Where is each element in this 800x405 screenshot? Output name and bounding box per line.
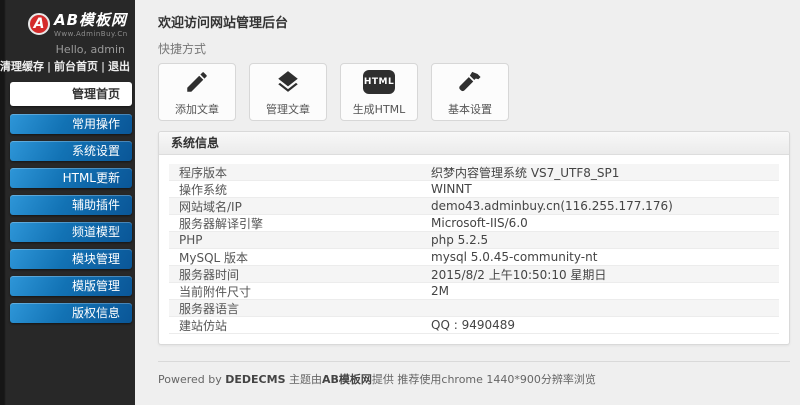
- main-content: 欢迎访问网站管理后台 快捷方式 添加文章 管理文章 HTML 生成HTML: [135, 0, 800, 405]
- footer-text: Powered by DEDECMS 主题由AB模板网提供 推荐使用chrome…: [158, 362, 790, 387]
- system-info-table: 程序版本织梦内容管理系统 VS7_UTF8_SP1 操作系统WINNT 网站域名…: [159, 155, 789, 344]
- layers-icon: [275, 67, 301, 97]
- info-row-domain-ip: 网站域名/IPdemo43.adminbuy.cn(116.255.177.17…: [169, 198, 779, 215]
- menu-item-template-manage[interactable]: 模版管理: [10, 276, 132, 296]
- info-row-server-time: 服务器时间2015/8/2 上午10:50:10 星期日: [169, 266, 779, 283]
- row-label: 服务器语言: [169, 300, 431, 317]
- info-row-mysql: MySQL 版本mysql 5.0.45-community-nt: [169, 249, 779, 266]
- quick-links: 清理缓存|前台首页|退出: [0, 56, 135, 80]
- menu-item-admin-home[interactable]: 管理首页: [10, 82, 132, 106]
- footer-suffix: 提供 推荐使用chrome 1440*900分辨率浏览: [372, 373, 596, 386]
- logo-text: AB模板网 Www.AdminBuy.Cn: [54, 9, 128, 38]
- greeting-text: Hello, admin: [0, 40, 135, 56]
- info-row-server-engine: 服务器解译引擎Microsoft-IIS/6.0: [169, 215, 779, 232]
- shortcut-basic-settings[interactable]: 基本设置: [431, 63, 509, 121]
- logo-badge-icon: A: [28, 13, 50, 35]
- info-row-site-building: 建站仿站QQ : 9490489: [169, 317, 779, 334]
- shortcut-label: 添加文章: [175, 101, 219, 117]
- logo-title: AB模板网: [54, 11, 127, 29]
- info-row-os: 操作系统WINNT: [169, 181, 779, 198]
- link-logout[interactable]: 退出: [108, 60, 130, 73]
- logo-subtitle: Www.AdminBuy.Cn: [54, 30, 128, 38]
- hammer-icon: [457, 67, 483, 97]
- shortcut-label: 生成HTML: [353, 101, 406, 117]
- link-separator: |: [44, 60, 54, 73]
- shortcut-label: 基本设置: [448, 101, 492, 117]
- shortcut-cards: 添加文章 管理文章 HTML 生成HTML 基本设置: [158, 63, 790, 121]
- shortcut-add-article[interactable]: 添加文章: [158, 63, 236, 121]
- site-logo[interactable]: A AB模板网 Www.AdminBuy.Cn: [0, 0, 135, 40]
- sidebar: A AB模板网 Www.AdminBuy.Cn Hello, admin 清理缓…: [0, 0, 135, 405]
- menu-item-common-actions[interactable]: 常用操作: [10, 114, 132, 134]
- row-value: WINNT: [431, 182, 779, 196]
- row-label: 程序版本: [169, 164, 431, 181]
- page-title: 欢迎访问网站管理后台: [158, 8, 790, 33]
- row-value: mysql 5.0.45-community-nt: [431, 250, 779, 264]
- row-label: 服务器时间: [169, 266, 431, 283]
- link-front-home[interactable]: 前台首页: [54, 60, 98, 73]
- footer-theme-by: 主题由: [286, 373, 323, 386]
- info-row-attachment-size: 当前附件尺寸2M: [169, 283, 779, 300]
- row-label: 当前附件尺寸: [169, 283, 431, 300]
- shortcuts-title: 快捷方式: [158, 33, 790, 63]
- link-clear-cache[interactable]: 清理缓存: [0, 60, 44, 73]
- menu-item-module-manage[interactable]: 模块管理: [10, 249, 132, 269]
- menu-item-channel-models[interactable]: 频道模型: [10, 222, 132, 242]
- admin-app: A AB模板网 Www.AdminBuy.Cn Hello, admin 清理缓…: [0, 0, 800, 405]
- system-info-panel: 系统信息 程序版本织梦内容管理系统 VS7_UTF8_SP1 操作系统WINNT…: [158, 131, 790, 345]
- system-info-title: 系统信息: [159, 132, 789, 155]
- row-value: demo43.adminbuy.cn(116.255.177.176): [431, 199, 779, 213]
- menu-item-copyright[interactable]: 版权信息: [10, 303, 132, 323]
- row-value: php 5.2.5: [431, 233, 779, 247]
- row-label: MySQL 版本: [169, 249, 431, 266]
- info-row-program-version: 程序版本织梦内容管理系统 VS7_UTF8_SP1: [169, 164, 779, 181]
- row-label: 网站域名/IP: [169, 198, 431, 215]
- row-value: 织梦内容管理系统 VS7_UTF8_SP1: [431, 164, 779, 181]
- pencil-icon: [184, 67, 210, 97]
- link-separator: |: [98, 60, 108, 73]
- footer-brand-abmoban: AB模板网: [322, 373, 372, 386]
- row-label: 建站仿站: [169, 317, 431, 334]
- shortcut-generate-html[interactable]: HTML 生成HTML: [340, 63, 418, 121]
- sidebar-menu: 管理首页 常用操作 系统设置 HTML更新 辅助插件 频道模型 模块管理 模版管…: [0, 80, 135, 323]
- info-row-php: PHPphp 5.2.5: [169, 232, 779, 249]
- shortcut-manage-articles[interactable]: 管理文章: [249, 63, 327, 121]
- html-icon: HTML: [363, 67, 395, 97]
- row-value: QQ : 9490489: [431, 318, 779, 332]
- row-value: 2M: [431, 284, 779, 298]
- row-value: 2015/8/2 上午10:50:10 星期日: [431, 266, 779, 283]
- row-label: 服务器解译引擎: [169, 215, 431, 232]
- menu-item-plugins[interactable]: 辅助插件: [10, 195, 132, 215]
- menu-item-system-settings[interactable]: 系统设置: [10, 141, 132, 161]
- shortcut-label: 管理文章: [266, 101, 310, 117]
- info-row-server-language: 服务器语言: [169, 300, 779, 317]
- html-badge: HTML: [363, 70, 395, 94]
- footer-brand-dedecms: DEDECMS: [225, 373, 285, 386]
- row-label: 操作系统: [169, 181, 431, 198]
- footer-powered-by: Powered by: [158, 373, 225, 386]
- row-label: PHP: [169, 233, 431, 247]
- menu-item-html-update[interactable]: HTML更新: [10, 168, 132, 188]
- row-value: Microsoft-IIS/6.0: [431, 216, 779, 230]
